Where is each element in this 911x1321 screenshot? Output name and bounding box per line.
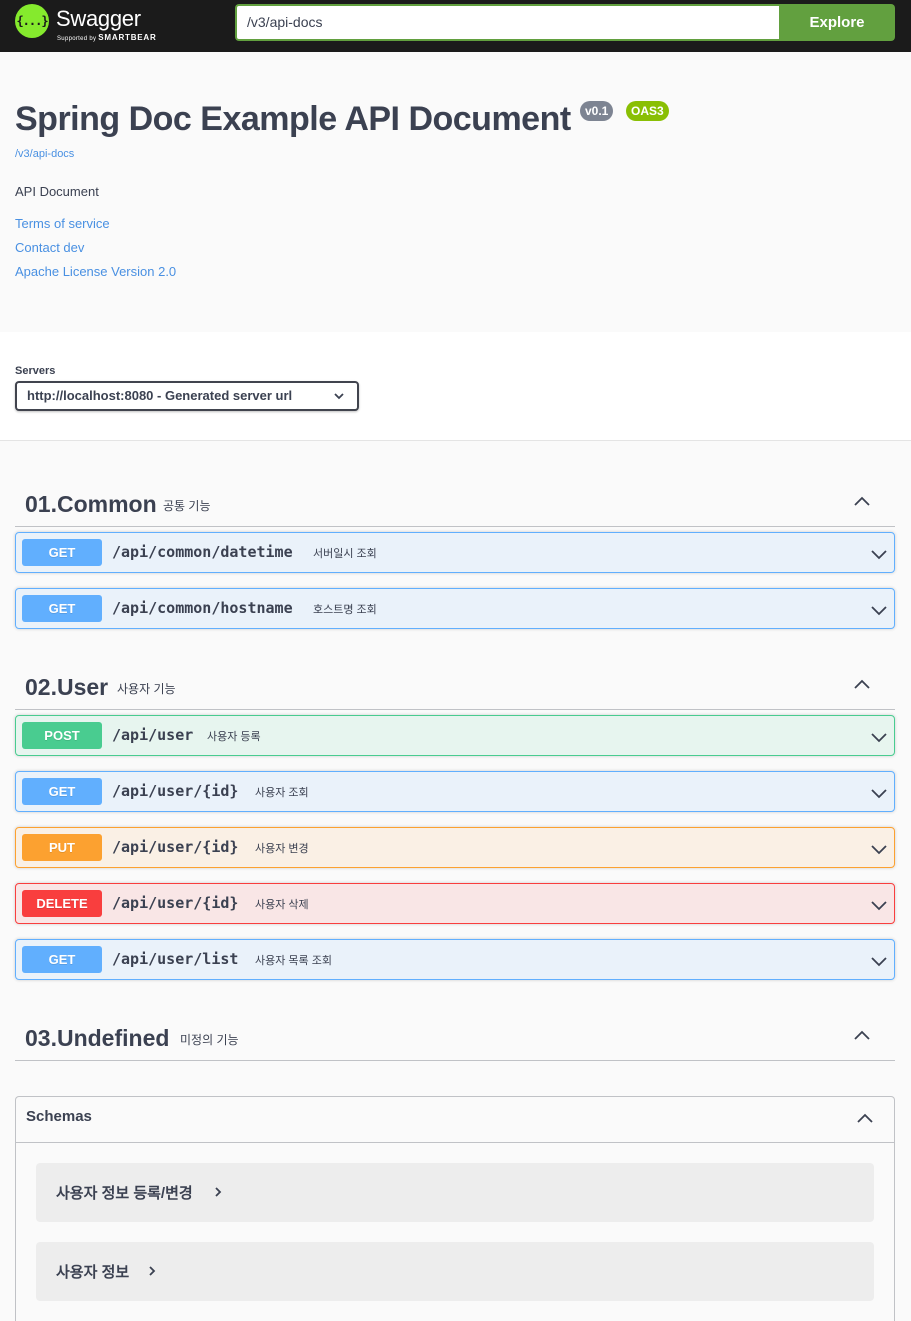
chevron-up-icon[interactable]: [856, 1110, 874, 1128]
schemas-header[interactable]: Schemas: [16, 1097, 894, 1143]
terms-of-service-link[interactable]: Terms of service: [15, 216, 110, 231]
chevron-down-icon[interactable]: [870, 952, 888, 970]
servers-select[interactable]: http://localhost:8080 - Generated server…: [15, 381, 359, 411]
tag-section-common[interactable]: 01.Common 공통 기능: [15, 477, 895, 527]
method-badge: GET: [22, 946, 102, 973]
operation-path: /api/common/hostname: [112, 599, 293, 617]
chevron-right-icon: [215, 1187, 222, 1197]
swagger-logo-icon[interactable]: {...}: [15, 4, 49, 38]
schema-model-name: 사용자 정보 등록/변경: [56, 1185, 193, 1202]
operation-get-user-id[interactable]: GET /api/user/{id} 사용자 조회: [15, 771, 895, 812]
operation-summary: 사용자 목록 조회: [255, 955, 332, 967]
method-badge: POST: [22, 722, 102, 749]
chevron-down-icon: [333, 383, 345, 418]
operation-summary: 사용자 조회: [255, 787, 309, 799]
info-section: [0, 52, 911, 332]
method-badge: GET: [22, 595, 102, 622]
method-badge: DELETE: [22, 890, 102, 917]
operation-path: /api/common/datetime: [112, 543, 293, 561]
method-badge: GET: [22, 778, 102, 805]
operation-path: /api/user/{id}: [112, 838, 239, 856]
explore-button[interactable]: Explore: [779, 4, 895, 41]
chevron-right-icon: [149, 1266, 156, 1276]
method-badge: PUT: [22, 834, 102, 861]
operation-path: /api/user/list: [112, 950, 239, 968]
chevron-up-icon[interactable]: [853, 1027, 871, 1045]
operation-get-common-datetime[interactable]: GET /api/common/datetime 서버일시 조회: [15, 532, 895, 573]
tag-name: 03.Undefined: [25, 1025, 170, 1051]
spec-url-input[interactable]: /v3/api-docs: [235, 4, 779, 41]
operation-post-user[interactable]: POST /api/user 사용자 등록: [15, 715, 895, 756]
tag-description: 공통 기능: [163, 499, 211, 513]
chevron-down-icon[interactable]: [870, 840, 888, 858]
chevron-down-icon[interactable]: [870, 784, 888, 802]
contact-link[interactable]: Contact dev: [15, 240, 84, 255]
operation-delete-user-id[interactable]: DELETE /api/user/{id} 사용자 삭제: [15, 883, 895, 924]
operation-get-user-list[interactable]: GET /api/user/list 사용자 목록 조회: [15, 939, 895, 980]
schema-model-user-info[interactable]: 사용자 정보: [36, 1242, 874, 1301]
api-description: API Document: [15, 184, 99, 199]
operation-put-user-id[interactable]: PUT /api/user/{id} 사용자 변경: [15, 827, 895, 868]
chevron-up-icon[interactable]: [853, 493, 871, 511]
logo-mark-text: {...}: [16, 14, 48, 28]
chevron-up-icon[interactable]: [853, 676, 871, 694]
chevron-down-icon[interactable]: [870, 728, 888, 746]
logo-title[interactable]: Swagger: [56, 6, 141, 32]
version-badge: v0.1: [580, 101, 614, 121]
schemas-title: Schemas: [26, 1108, 92, 1125]
operation-summary: 서버일시 조회: [313, 548, 377, 560]
method-badge: GET: [22, 539, 102, 566]
operation-path: /api/user/{id}: [112, 782, 239, 800]
page-title: Spring Doc Example API Document: [15, 100, 571, 138]
chevron-down-icon[interactable]: [870, 545, 888, 563]
operation-summary: 사용자 변경: [255, 843, 309, 855]
chevron-down-icon[interactable]: [870, 601, 888, 619]
oas-badge: OAS3: [626, 101, 669, 121]
logo-sub-brand: SMARTBEAR: [98, 33, 157, 42]
tag-name: 01.Common: [25, 491, 157, 517]
operation-get-common-hostname[interactable]: GET /api/common/hostname 호스트명 조회: [15, 588, 895, 629]
tag-description: 사용자 기능: [117, 682, 176, 696]
license-link[interactable]: Apache License Version 2.0: [15, 264, 176, 279]
operation-path: /api/user/{id}: [112, 894, 239, 912]
topbar: {...} Swagger Supported by SMARTBEAR /v3…: [0, 0, 911, 52]
operation-summary: 호스트명 조회: [313, 604, 377, 616]
operation-summary: 사용자 삭제: [255, 899, 309, 911]
schema-model-name: 사용자 정보: [56, 1264, 130, 1281]
tag-description: 미정의 기능: [180, 1033, 239, 1047]
tag-name: 02.User: [25, 674, 109, 700]
schemas-section: Schemas 사용자 정보 등록/변경 사용자 정보: [15, 1096, 895, 1321]
spec-url-link[interactable]: /v3/api-docs: [15, 148, 74, 160]
operation-path: /api/user: [112, 726, 194, 744]
schema-model-user-request[interactable]: 사용자 정보 등록/변경: [36, 1163, 874, 1222]
tag-section-user[interactable]: 02.User 사용자 기능: [15, 660, 895, 710]
chevron-down-icon[interactable]: [870, 896, 888, 914]
servers-selected-value: http://localhost:8080 - Generated server…: [27, 388, 293, 403]
servers-label: Servers: [15, 365, 56, 377]
logo-sub-prefix: Supported by: [57, 36, 97, 42]
operation-summary: 사용자 등록: [207, 731, 261, 743]
logo-subtitle: Supported by SMARTBEAR: [57, 33, 157, 42]
tag-section-undefined[interactable]: 03.Undefined 미정의 기능: [15, 1011, 895, 1061]
